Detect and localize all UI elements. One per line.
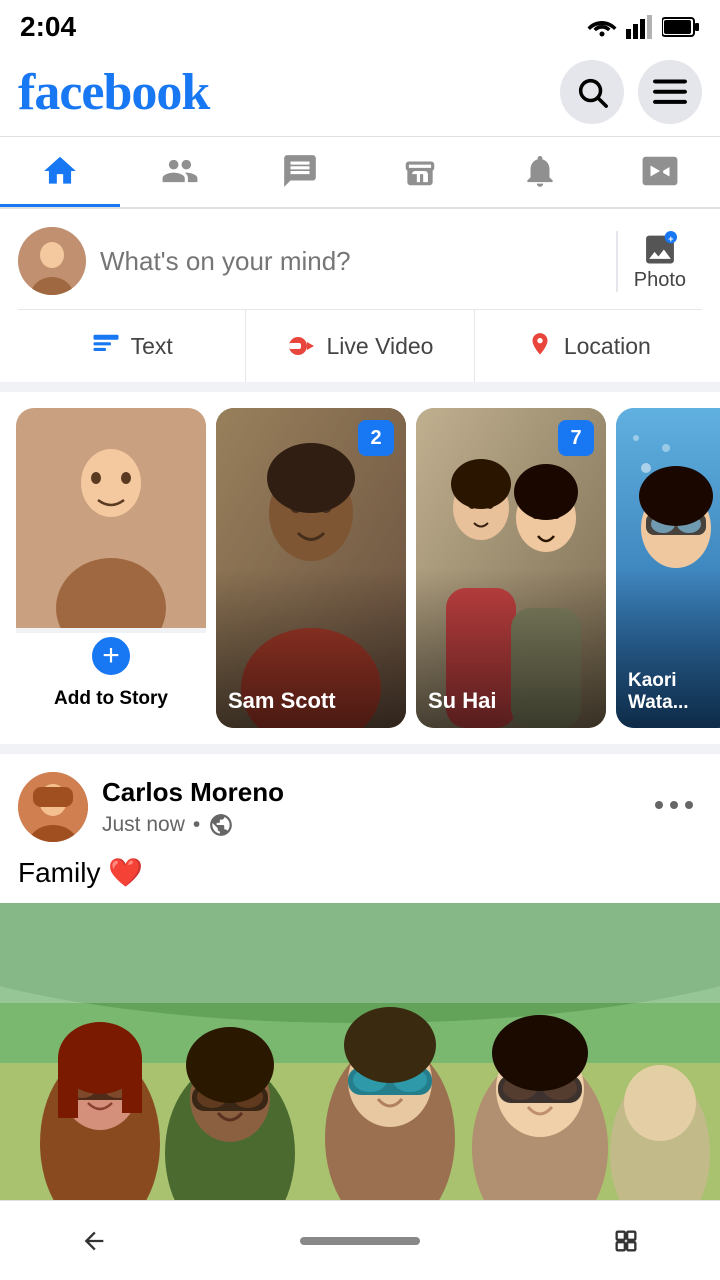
post-author-avatar — [18, 772, 88, 842]
back-icon — [80, 1227, 108, 1255]
tab-marketplace[interactable] — [360, 137, 480, 207]
nav-tabs — [0, 137, 720, 209]
composer-actions: Text Live Video Location — [18, 310, 702, 382]
location-label: Location — [564, 333, 651, 360]
story-card-kaori[interactable]: Kaori Wata... — [616, 408, 720, 728]
location-icon — [526, 331, 554, 361]
post-text: Family ❤️ — [0, 852, 720, 903]
story-name-sam: Sam Scott — [228, 688, 394, 714]
bottom-nav — [0, 1200, 720, 1280]
add-story-card[interactable]: + Add to Story — [16, 408, 206, 728]
tab-notifications[interactable] — [480, 137, 600, 207]
globe-icon — [208, 812, 234, 838]
post-time: Just now — [102, 813, 185, 837]
stories-section: + Add to Story — [0, 392, 720, 744]
avatar-image — [18, 227, 86, 295]
video-icon — [641, 152, 679, 190]
status-icons — [586, 15, 700, 39]
tab-home[interactable] — [0, 137, 120, 207]
post-meta: Just now • — [102, 812, 646, 838]
facebook-logo: facebook — [18, 63, 209, 122]
tab-friends[interactable] — [120, 137, 240, 207]
menu-button[interactable] — [638, 60, 702, 124]
status-bar: 2:04 — [0, 0, 720, 50]
tab-video[interactable] — [600, 137, 720, 207]
messenger-icon — [281, 152, 319, 190]
composer-top: + Photo — [18, 227, 702, 310]
post-info: Carlos Moreno Just now • — [88, 777, 646, 838]
back-button[interactable] — [80, 1227, 108, 1255]
story-name-su: Su Hai — [428, 688, 594, 714]
friends-icon — [161, 152, 199, 190]
live-video-icon — [286, 331, 316, 361]
add-photo-button[interactable]: + Photo — [616, 231, 702, 292]
post-card: Carlos Moreno Just now • Family ❤️ — [0, 754, 720, 1243]
story-badge-sam: 2 — [358, 420, 394, 456]
post-author-name: Carlos Moreno — [102, 777, 646, 808]
live-video-action[interactable]: Live Video — [246, 310, 474, 382]
post-dot: • — [193, 813, 200, 837]
signal-icon — [626, 15, 654, 39]
text-action[interactable]: Text — [18, 310, 246, 382]
user-avatar — [18, 227, 86, 295]
svg-text:+: + — [668, 233, 674, 243]
story-badge-su: 7 — [558, 420, 594, 456]
status-time: 2:04 — [20, 11, 76, 43]
text-icon — [91, 331, 121, 361]
recent-apps-button[interactable] — [612, 1227, 640, 1255]
location-action[interactable]: Location — [475, 310, 702, 382]
search-button[interactable] — [560, 60, 624, 124]
add-story-label: Add to Story — [54, 688, 168, 710]
header-actions — [560, 60, 702, 124]
text-label: Text — [131, 333, 173, 360]
post-image — [0, 903, 720, 1243]
tab-messenger[interactable] — [240, 137, 360, 207]
notifications-icon — [521, 152, 559, 190]
post-image-content — [0, 903, 720, 1243]
wifi-icon — [586, 15, 618, 39]
more-icon — [654, 798, 694, 812]
post-header: Carlos Moreno Just now • — [0, 754, 720, 852]
search-icon — [575, 75, 609, 109]
battery-icon — [662, 16, 700, 38]
story-card-sam[interactable]: 2 Sam Scott — [216, 408, 406, 728]
live-video-label: Live Video — [326, 333, 433, 360]
post-more-button[interactable] — [646, 790, 702, 825]
home-indicator — [300, 1237, 420, 1245]
add-story-plus: + — [89, 634, 133, 678]
add-story-image — [16, 408, 206, 628]
post-composer: + Photo Text Live Video Loca — [0, 209, 720, 382]
home-icon — [41, 152, 79, 190]
header: facebook — [0, 50, 720, 137]
marketplace-icon — [401, 152, 439, 190]
add-story-bottom: + Add to Story — [16, 633, 206, 728]
post-text-content: Family ❤️ — [18, 857, 143, 888]
recent-apps-icon — [612, 1227, 640, 1255]
stories-row: + Add to Story — [0, 408, 720, 728]
what-on-mind-input[interactable] — [100, 246, 602, 277]
story-name-kaori: Kaori Wata... — [628, 670, 720, 714]
menu-icon — [653, 78, 687, 106]
story-card-su[interactable]: 7 Su Hai — [416, 408, 606, 728]
photo-icon: + — [641, 231, 679, 265]
photo-label: Photo — [634, 269, 686, 292]
author-avatar-image — [18, 772, 88, 842]
